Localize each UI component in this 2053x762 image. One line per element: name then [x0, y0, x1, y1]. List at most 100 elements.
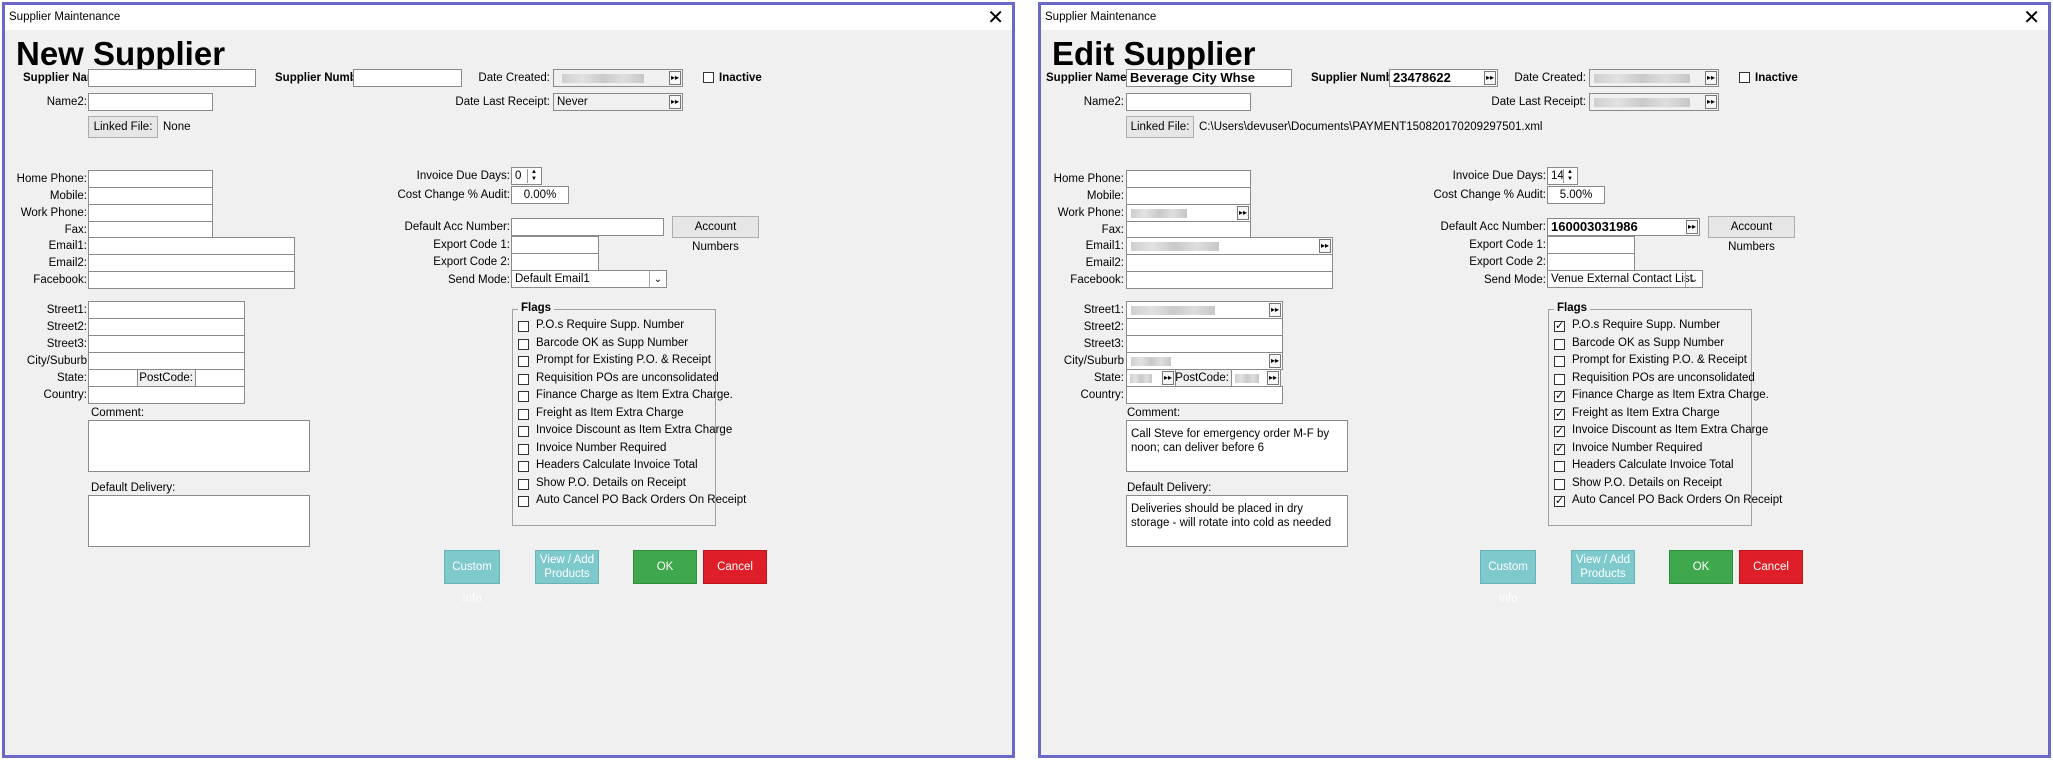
state-input[interactable]: ▸▸ [1126, 369, 1176, 387]
email2-input[interactable] [1126, 254, 1333, 272]
cancel-button[interactable]: Cancel [1739, 550, 1803, 584]
ok-button[interactable]: OK [1669, 550, 1733, 584]
custom-info-button[interactable]: Custom Info [1480, 550, 1536, 605]
city-input[interactable]: ▸▸ [1126, 352, 1283, 370]
checkbox-unchecked[interactable] [518, 338, 529, 350]
street3-input[interactable] [1126, 335, 1283, 353]
name2-input[interactable] [88, 93, 213, 111]
supplier-number-input[interactable] [353, 69, 462, 87]
picker-button[interactable]: ▸▸ [669, 95, 681, 109]
default-delivery-textarea[interactable]: Deliveries should be placed in dry stora… [1126, 495, 1348, 547]
lookup-button[interactable]: ▸▸ [1267, 371, 1279, 385]
default-delivery-textarea[interactable] [88, 495, 310, 547]
cost-change-input[interactable]: 5.00% [1547, 186, 1605, 204]
export-code2-input[interactable] [1547, 253, 1635, 271]
export-code1-input[interactable] [511, 236, 599, 254]
date-last-receipt-field[interactable]: ▸▸ [1589, 93, 1719, 111]
ok-button[interactable]: OK [633, 550, 697, 584]
home-phone-input[interactable] [88, 170, 213, 188]
checkbox-unchecked[interactable] [1554, 461, 1565, 472]
close-icon[interactable]: ✕ [2023, 5, 2040, 31]
checkbox-checked[interactable]: ✓ [1554, 443, 1565, 455]
checkbox-unchecked[interactable] [518, 373, 529, 385]
street2-input[interactable] [88, 318, 245, 336]
inactive-checkbox[interactable] [1739, 72, 1750, 83]
lookup-button[interactable]: ▸▸ [1237, 206, 1249, 220]
chevron-down-icon[interactable]: ⌄ [649, 271, 666, 287]
email1-input[interactable]: ▸▸ [1126, 237, 1333, 255]
checkbox-unchecked[interactable] [1554, 478, 1565, 490]
home-phone-input[interactable] [1126, 170, 1251, 188]
view-add-products-button[interactable]: View / Add Products [535, 550, 599, 584]
street1-input[interactable] [88, 301, 245, 319]
work-phone-input[interactable] [88, 204, 213, 222]
street3-input[interactable] [88, 335, 245, 353]
date-created-field[interactable]: ▸▸ [1589, 69, 1719, 87]
comment-textarea[interactable]: Call Steve for emergency order M-F by no… [1126, 420, 1348, 472]
date-last-receipt-field[interactable]: Never ▸▸ [553, 93, 683, 111]
lookup-button[interactable]: ▸▸ [1686, 220, 1698, 234]
checkbox-unchecked[interactable] [518, 321, 529, 332]
lookup-button[interactable]: ▸▸ [1269, 354, 1281, 368]
lookup-button[interactable]: ▸▸ [1319, 239, 1331, 253]
mobile-input[interactable] [1126, 187, 1251, 205]
checkbox-checked[interactable]: ✓ [1554, 321, 1565, 332]
lookup-button[interactable]: ▸▸ [1269, 303, 1281, 317]
picker-button[interactable]: ▸▸ [1705, 71, 1717, 85]
invoice-due-days-stepper[interactable]: 0 ▲ ▼ [511, 167, 542, 185]
name2-input[interactable] [1126, 93, 1251, 111]
checkbox-unchecked[interactable] [518, 443, 529, 455]
street1-input[interactable]: ▸▸ [1126, 301, 1283, 319]
country-input[interactable] [1126, 386, 1283, 404]
send-mode-select[interactable]: Default Email1 ⌄ [511, 270, 667, 288]
checkbox-unchecked[interactable] [518, 461, 529, 472]
checkbox-unchecked[interactable] [518, 426, 529, 437]
lookup-button[interactable]: ▸▸ [1484, 71, 1496, 85]
linked-file-button[interactable]: Linked File: [88, 116, 158, 138]
invoice-due-days-stepper[interactable]: 14 ▲ ▼ [1547, 167, 1578, 185]
country-input[interactable] [88, 386, 245, 404]
spinner-arrows-icon[interactable]: ▲ ▼ [1563, 169, 1576, 183]
checkbox-unchecked[interactable] [1554, 373, 1565, 385]
picker-button[interactable]: ▸▸ [1705, 95, 1717, 109]
send-mode-select[interactable]: Venue External Contact List ⌄ [1547, 270, 1703, 288]
checkbox-checked[interactable]: ✓ [1554, 426, 1565, 437]
date-created-field[interactable]: ▸▸ [553, 69, 683, 87]
checkbox-checked[interactable]: ✓ [1554, 408, 1565, 420]
state-input[interactable] [88, 369, 138, 387]
work-phone-input[interactable]: ▸▸ [1126, 204, 1251, 222]
linked-file-button[interactable]: Linked File: [1126, 116, 1194, 138]
facebook-input[interactable] [1126, 271, 1333, 289]
checkbox-checked[interactable]: ✓ [1554, 391, 1565, 402]
mobile-input[interactable] [88, 187, 213, 205]
checkbox-unchecked[interactable] [518, 478, 529, 490]
checkbox-unchecked[interactable] [518, 356, 529, 367]
account-numbers-button[interactable]: Account Numbers [672, 216, 759, 253]
email1-input[interactable] [88, 237, 295, 255]
inactive-checkbox[interactable] [703, 72, 714, 83]
cost-change-input[interactable]: 0.00% [511, 186, 569, 204]
picker-button[interactable]: ▸▸ [669, 71, 681, 85]
chevron-down-icon[interactable]: ⌄ [1685, 271, 1702, 287]
checkbox-unchecked[interactable] [1554, 356, 1565, 367]
email2-input[interactable] [88, 254, 295, 272]
city-input[interactable] [88, 352, 245, 370]
supplier-name-input[interactable]: Beverage City Whse [1126, 69, 1292, 87]
checkbox-unchecked[interactable] [518, 391, 529, 402]
postcode-input[interactable] [195, 369, 245, 387]
comment-textarea[interactable] [88, 420, 310, 472]
spinner-arrows-icon[interactable]: ▲ ▼ [527, 169, 540, 183]
supplier-number-input[interactable]: 23478622 ▸▸ [1389, 69, 1498, 87]
checkbox-unchecked[interactable] [518, 496, 529, 507]
view-add-products-button[interactable]: View / Add Products [1571, 550, 1635, 584]
export-code1-input[interactable] [1547, 236, 1635, 254]
supplier-name-input[interactable] [88, 69, 256, 87]
checkbox-unchecked[interactable] [518, 408, 529, 420]
default-acc-input[interactable]: 160003031986 ▸▸ [1547, 218, 1700, 236]
close-icon[interactable]: ✕ [987, 5, 1004, 31]
facebook-input[interactable] [88, 271, 295, 289]
postcode-input[interactable]: ▸▸ [1231, 369, 1281, 387]
account-numbers-button[interactable]: Account Numbers [1708, 216, 1795, 253]
cancel-button[interactable]: Cancel [703, 550, 767, 584]
checkbox-unchecked[interactable] [1554, 338, 1565, 350]
